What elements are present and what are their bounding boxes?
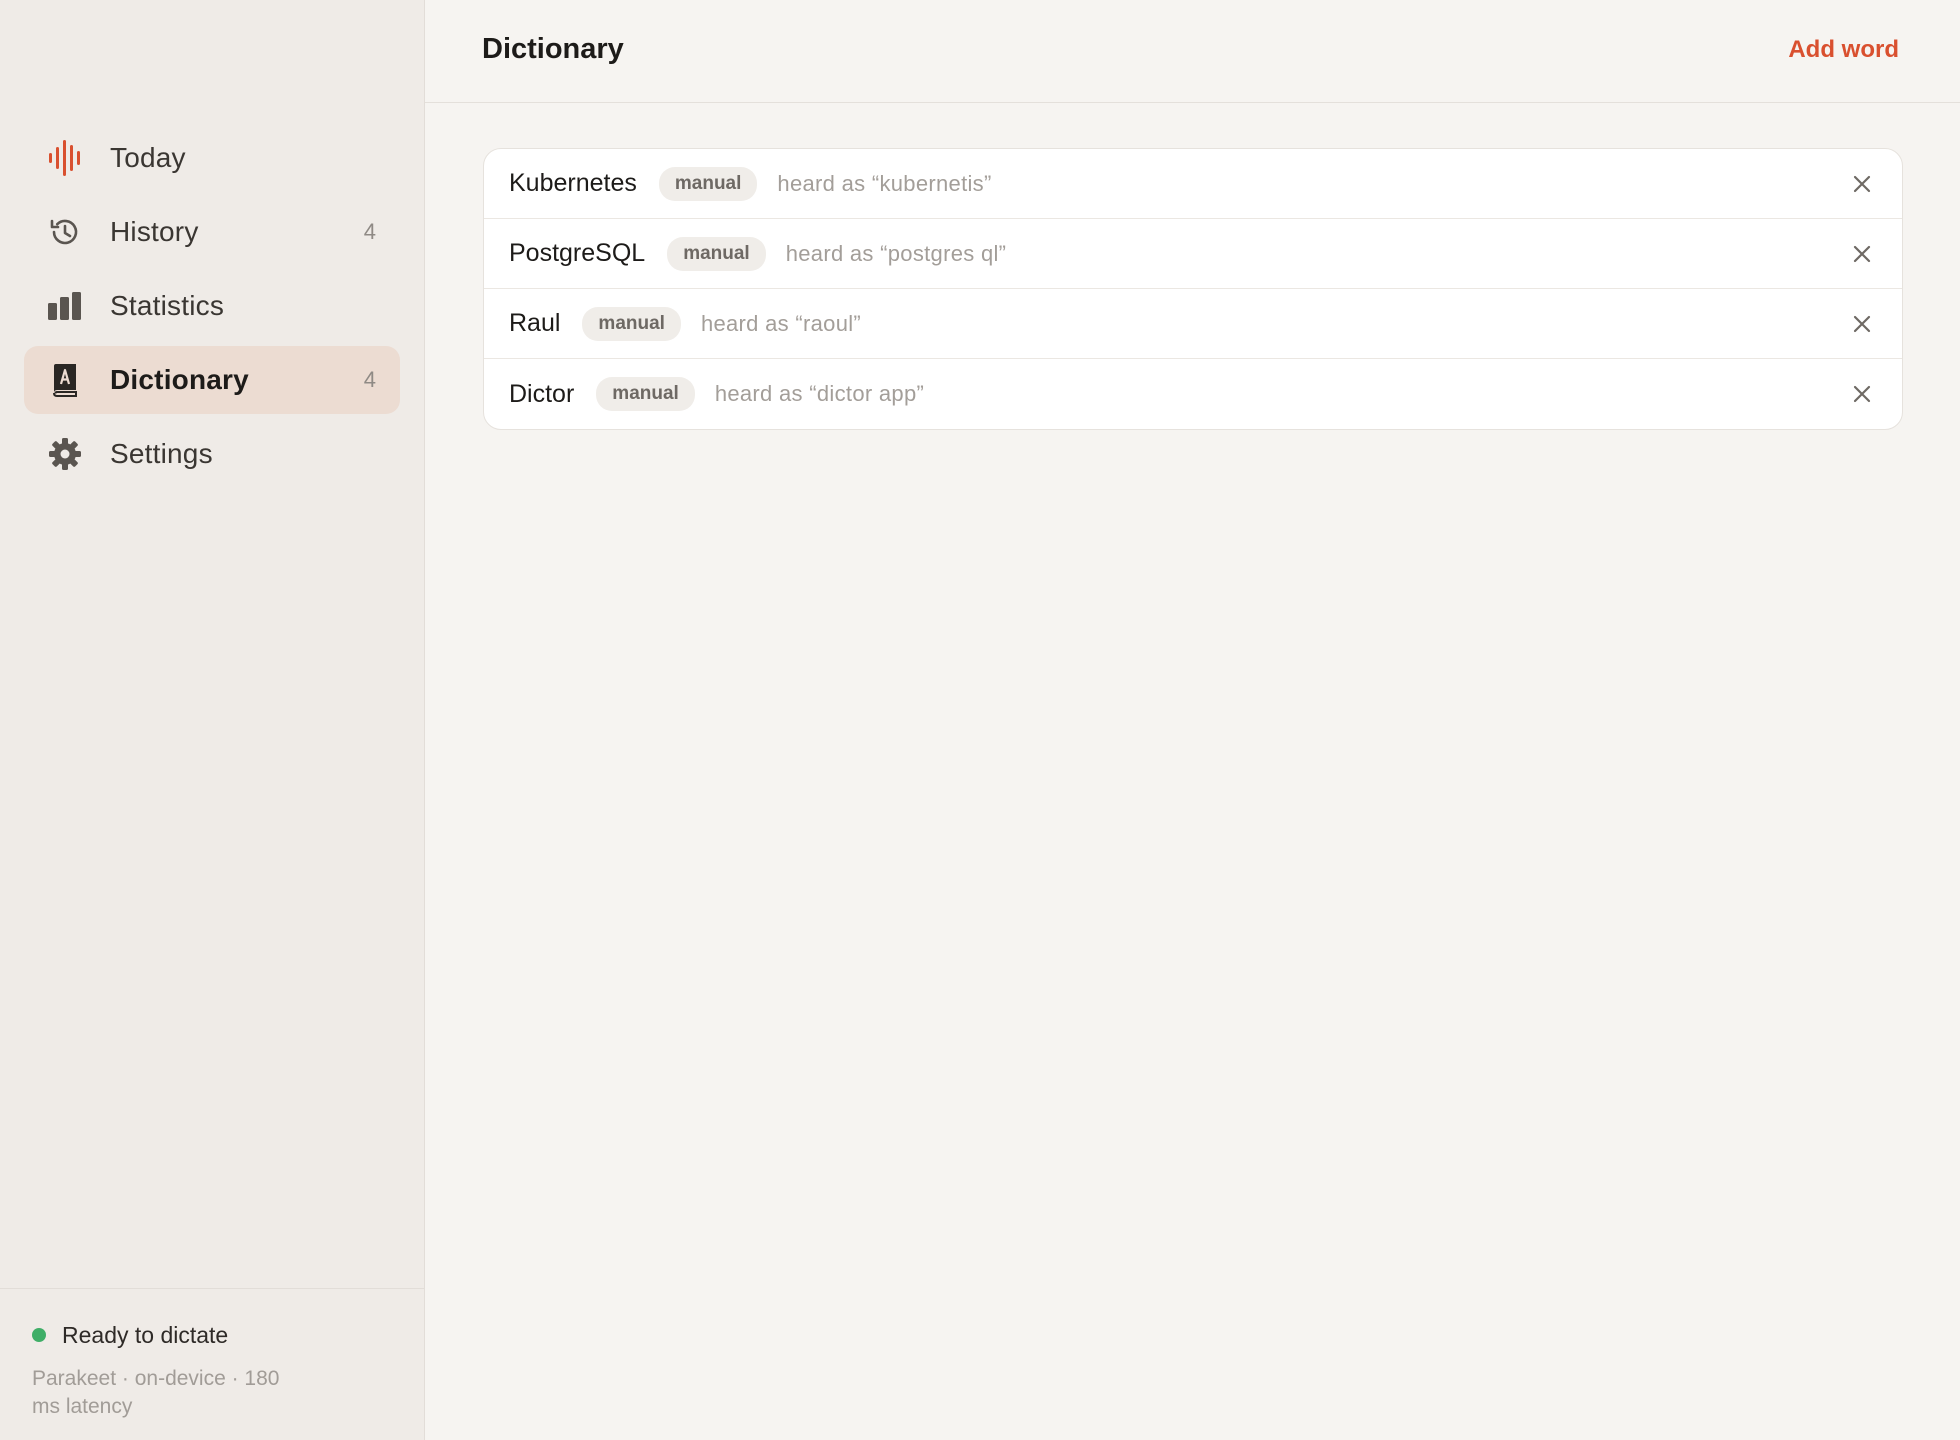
close-icon [1853, 175, 1871, 192]
sidebar-item-dictionary[interactable]: Dictionary 4 [24, 346, 400, 414]
heard-as-text: heard as “postgres ql” [785, 240, 1007, 266]
sidebar-item-settings[interactable]: Settings [24, 420, 400, 488]
dictionary-word: Dictor [509, 379, 575, 408]
sidebar-item-label: Statistics [110, 290, 225, 321]
remove-word-button[interactable] [1848, 170, 1876, 198]
heard-as-text: heard as “dictor app” [714, 381, 925, 406]
page-title: Dictionary [482, 33, 624, 65]
dictionary-book-icon [46, 361, 84, 399]
waveform-icon [46, 139, 84, 177]
remove-word-button[interactable] [1848, 240, 1876, 268]
heard-as-text: heard as “raoul” [700, 310, 862, 336]
sidebar-item-label: Settings [110, 438, 213, 469]
close-icon [1853, 315, 1871, 332]
add-word-button[interactable]: Add word [1788, 36, 1899, 64]
status-text: Ready to dictate [62, 1321, 229, 1348]
list-item: Kubernetes manual heard as “kubernetis” [484, 149, 1902, 219]
list-item: Dictor manual heard as “dictor app” [484, 359, 1902, 429]
dictionary-word: Raul [509, 309, 561, 337]
dictionary-count-badge: 4 [363, 367, 376, 392]
sidebar: Today History 4 Statistics Dictionary 4 … [0, 0, 425, 1440]
engine-info: Parakeet · on-device · 180 ms latency [32, 1367, 280, 1418]
dictionary-word: PostgreSQL [509, 239, 646, 267]
remove-word-button[interactable] [1848, 310, 1876, 338]
sidebar-footer: Ready to dictate Parakeet · on-device · … [0, 1288, 424, 1440]
status-indicator-dot [32, 1328, 46, 1342]
list-item: PostgreSQL manual heard as “postgres ql” [484, 219, 1902, 289]
dictation-status: Ready to dictate [32, 1317, 392, 1353]
sidebar-nav: Today History 4 Statistics Dictionary 4 … [24, 124, 400, 494]
sidebar-item-label: History [110, 216, 199, 247]
page-header: Dictionary Add word [425, 0, 1960, 103]
app-window: Today History 4 Statistics Dictionary 4 … [0, 0, 1960, 1440]
sidebar-item-history[interactable]: History 4 [24, 198, 400, 266]
close-icon [1853, 385, 1871, 403]
sidebar-item-label: Today [110, 142, 186, 173]
bar-chart-icon [46, 287, 84, 325]
main-content: Dictionary Add word Kubernetes manual he… [425, 0, 1960, 1440]
list-item: Raul manual heard as “raoul” [484, 289, 1902, 359]
history-icon [46, 213, 84, 251]
sidebar-item-today[interactable]: Today [24, 124, 400, 192]
source-badge: manual [596, 377, 695, 411]
source-badge: manual [582, 306, 681, 341]
remove-word-button[interactable] [1848, 380, 1876, 408]
history-count-badge: 4 [363, 219, 376, 244]
dictionary-word-list: Kubernetes manual heard as “kubernetis” … [483, 148, 1903, 430]
source-badge: manual [658, 166, 758, 201]
gear-icon [46, 435, 84, 473]
close-icon [1853, 245, 1871, 262]
heard-as-text: heard as “kubernetis” [777, 170, 992, 196]
sidebar-item-label: Dictionary [110, 364, 249, 395]
source-badge: manual [667, 236, 766, 271]
dictionary-word: Kubernetes [509, 169, 637, 197]
sidebar-item-statistics[interactable]: Statistics [24, 272, 400, 340]
